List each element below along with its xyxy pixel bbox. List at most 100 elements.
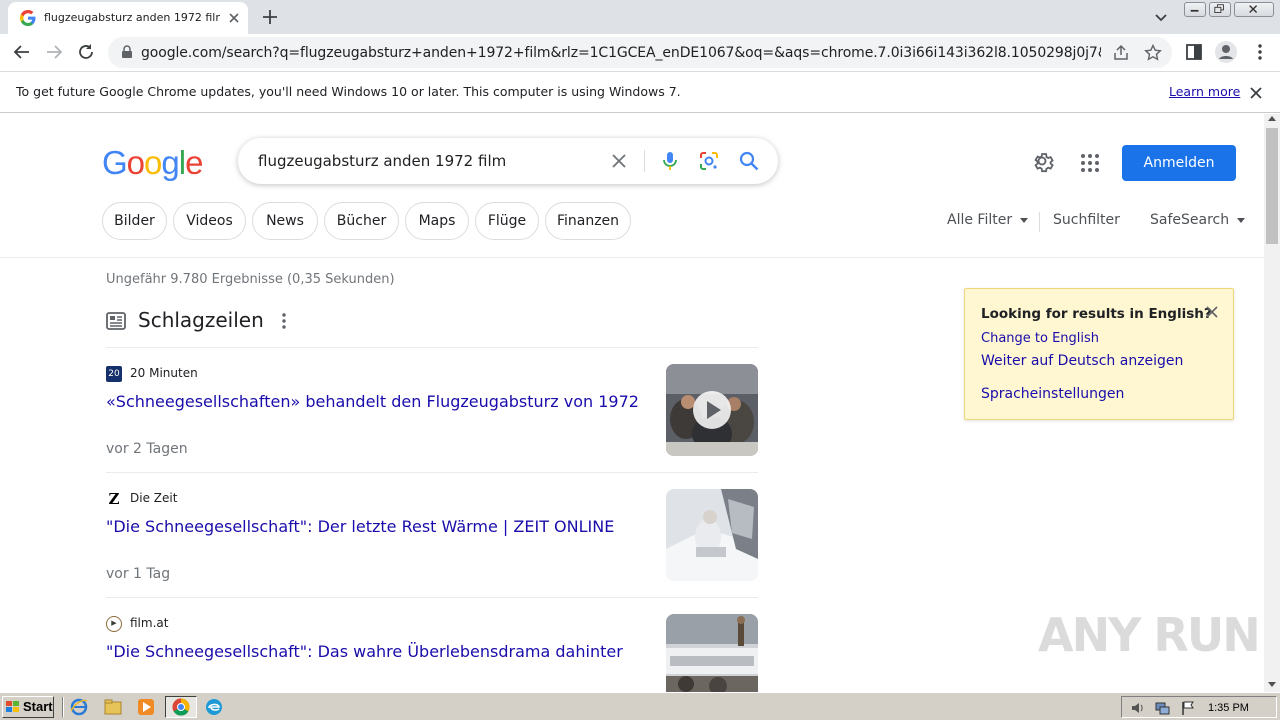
source-icon-label: Z	[108, 490, 120, 508]
reload-icon[interactable]	[76, 42, 96, 62]
address-bar[interactable]: google.com/search?q=flugzeugabsturz+ande…	[108, 37, 1172, 68]
chrome-icon	[172, 698, 190, 716]
chip-maps[interactable]: Maps	[405, 202, 469, 240]
taskbar-clock[interactable]: 1:35 PM	[1208, 702, 1249, 714]
all-filters-button[interactable]: Alle Filter	[947, 212, 1029, 228]
page-scrollbar[interactable]	[1264, 114, 1280, 692]
minimize-icon	[1190, 9, 1199, 12]
article-source: film.at	[130, 616, 169, 630]
play-icon[interactable]	[692, 390, 732, 430]
article-headline[interactable]: "Die Schneegesellschaft": Das wahre Über…	[106, 642, 623, 661]
lock-icon[interactable]	[120, 45, 134, 59]
internet-explorer-icon[interactable]	[70, 698, 88, 716]
tools-divider	[1039, 212, 1040, 232]
chip-finance[interactable]: Finanzen	[545, 202, 631, 240]
close-icon	[1249, 5, 1258, 14]
article-source: 20 Minuten	[130, 366, 198, 380]
new-tab-icon[interactable]	[260, 7, 280, 27]
learn-more-link[interactable]: Learn more	[1169, 84, 1240, 99]
article-headline[interactable]: «Schneegesellschaften» behandelt den Flu…	[106, 392, 639, 411]
chip-news[interactable]: News	[252, 202, 318, 240]
safesearch-label: SafeSearch	[1150, 212, 1230, 228]
news-article[interactable]: Z Die Zeit "Die Schneegesellschaft": Der…	[106, 489, 758, 613]
update-infobar: To get future Google Chrome updates, you…	[0, 71, 1280, 113]
url-text[interactable]: google.com/search?q=flugzeugabsturz+ande…	[141, 45, 1101, 61]
more-options-icon[interactable]	[280, 312, 288, 330]
volume-icon[interactable]	[1130, 700, 1146, 716]
side-panel-icon[interactable]	[1184, 42, 1204, 62]
caret-down-icon	[1020, 217, 1029, 223]
chrome-taskbar-button[interactable]	[165, 696, 197, 718]
all-filters-label: Alle Filter	[947, 212, 1013, 228]
sign-in-button[interactable]: Anmelden	[1122, 145, 1236, 181]
logo-letter: o	[144, 144, 162, 181]
apps-grid-icon[interactable]	[1080, 153, 1100, 173]
close-icon[interactable]	[1205, 305, 1219, 319]
scroll-down-icon[interactable]	[1268, 682, 1276, 687]
kebab-menu-icon[interactable]	[1250, 42, 1270, 62]
browser-toolbar: google.com/search?q=flugzeugabsturz+ande…	[0, 34, 1280, 71]
anyrun-watermark: ANY RUN	[1038, 608, 1261, 662]
file-explorer-icon[interactable]	[104, 698, 122, 716]
system-tray: 1:35 PM	[1121, 696, 1277, 718]
thumbnail-image	[666, 614, 758, 692]
tab-title: flugzeugabsturz anden 1972 film - Google…	[44, 11, 220, 24]
article-thumbnail[interactable]	[666, 364, 758, 456]
result-stats: Ungefähr 9.780 Ergebnisse (0,35 Sekunden…	[106, 272, 395, 287]
top-stories-heading: Schlagzeilen	[138, 308, 264, 332]
search-icon[interactable]	[738, 150, 760, 172]
tab-close-icon[interactable]	[226, 10, 242, 26]
article-thumbnail[interactable]	[666, 489, 758, 581]
chip-images[interactable]: Bilder	[102, 202, 167, 240]
search-tools-button[interactable]: Suchfilter	[1053, 212, 1120, 228]
news-article[interactable]: 20 20 Minuten «Schneegesellschaften» beh…	[106, 364, 758, 488]
network-icon[interactable]	[1154, 700, 1170, 716]
language-settings-link[interactable]: Spracheinstellungen	[981, 386, 1124, 402]
browser-tab[interactable]: flugzeugabsturz anden 1972 film - Google…	[8, 2, 248, 34]
caret-down-icon	[1237, 217, 1246, 223]
divider	[106, 347, 758, 348]
restore-button[interactable]	[1209, 2, 1231, 17]
tab-strip: flugzeugabsturz anden 1972 film - Google…	[0, 0, 1280, 34]
change-to-english-link[interactable]: Change to English	[981, 331, 1099, 346]
clear-icon[interactable]	[610, 152, 628, 170]
article-thumbnail[interactable]	[666, 614, 758, 692]
profile-avatar-icon[interactable]	[1214, 40, 1238, 64]
news-article[interactable]: ▶ film.at "Die Schneegesellschaft": Das …	[106, 614, 758, 692]
edge-icon[interactable]	[205, 698, 223, 716]
search-input[interactable]: flugzeugabsturz anden 1972 film	[258, 152, 506, 170]
logo-letter: G	[102, 144, 128, 181]
continue-german-link[interactable]: Weiter auf Deutsch anzeigen	[981, 353, 1183, 369]
media-player-icon[interactable]	[137, 698, 155, 716]
scrollbar-thumb[interactable]	[1266, 128, 1278, 244]
taskbar-separator	[62, 697, 64, 717]
gear-icon[interactable]	[1032, 151, 1056, 175]
google-logo[interactable]: Google	[102, 144, 203, 182]
divider	[106, 597, 758, 598]
back-arrow-icon[interactable]	[12, 42, 32, 62]
source-zeit-icon: Z	[106, 491, 122, 507]
google-lens-icon[interactable]	[698, 150, 720, 172]
chevron-down-icon[interactable]	[1152, 8, 1170, 26]
safesearch-button[interactable]: SafeSearch	[1150, 212, 1246, 228]
search-box[interactable]: flugzeugabsturz anden 1972 film	[238, 138, 778, 184]
logo-letter: g	[161, 144, 179, 181]
close-icon[interactable]	[1248, 85, 1264, 101]
start-button[interactable]: Start	[2, 696, 54, 718]
minimize-button[interactable]	[1184, 2, 1206, 17]
chip-videos[interactable]: Videos	[173, 202, 246, 240]
bookmark-star-icon[interactable]	[1144, 44, 1162, 62]
share-icon[interactable]	[1112, 44, 1130, 62]
article-headline[interactable]: "Die Schneegesellschaft": Der letzte Res…	[106, 517, 614, 536]
source-20min-icon: 20	[106, 366, 122, 382]
chip-flights[interactable]: Flüge	[475, 202, 539, 240]
header-divider	[0, 257, 1264, 258]
start-label: Start	[23, 699, 53, 714]
action-center-flag-icon[interactable]	[1180, 700, 1196, 716]
close-window-button[interactable]	[1234, 2, 1274, 17]
scroll-up-icon[interactable]	[1268, 116, 1276, 121]
forward-arrow-icon[interactable]	[44, 42, 64, 62]
source-icon-label: 20	[108, 369, 120, 379]
microphone-icon[interactable]	[659, 150, 681, 172]
chip-books[interactable]: Bücher	[324, 202, 399, 240]
